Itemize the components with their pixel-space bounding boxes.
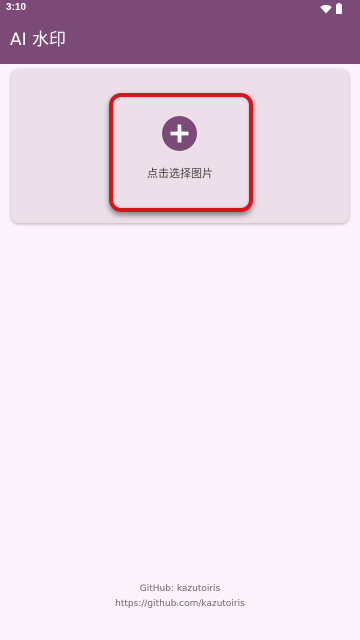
footer-github-link[interactable]: https://github.com/kazutoiris: [0, 598, 360, 611]
wifi-icon: [320, 0, 332, 18]
select-image-label: 点击选择图片: [147, 167, 213, 180]
battery-icon: [336, 0, 342, 18]
status-time: 3:10: [6, 2, 27, 13]
status-bar: 3:10: [0, 0, 360, 16]
status-icons: [320, 2, 342, 14]
app-title: AI 水印: [10, 30, 67, 50]
select-image-button[interactable]: [110, 93, 250, 209]
footer-github-text: GitHub: kazutoiris: [139, 584, 221, 594]
app-bar: AI 水印: [0, 16, 360, 64]
plus-circle-icon[interactable]: [162, 116, 197, 151]
